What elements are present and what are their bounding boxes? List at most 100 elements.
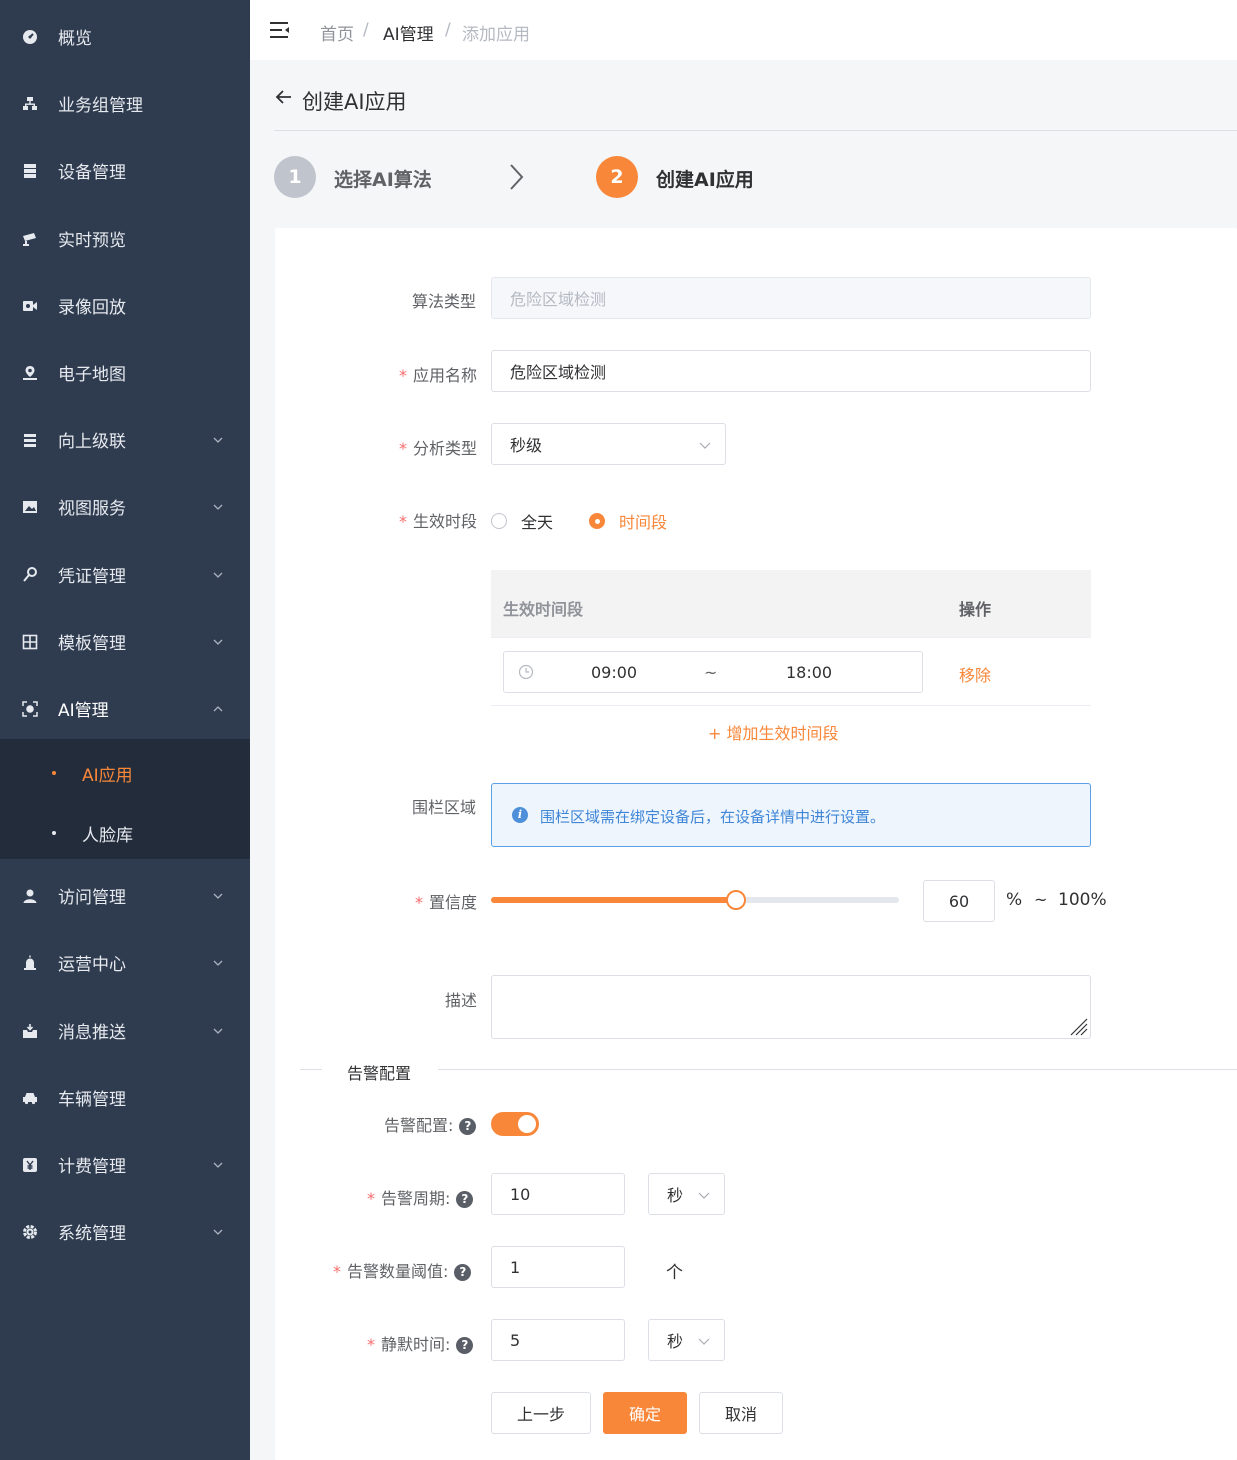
sidebar-item-label: 车辆管理 <box>58 1090 126 1110</box>
table-divider <box>491 637 1091 638</box>
sidebar-item-message[interactable]: 消息推送 <box>0 997 250 1064</box>
main-content: 创建AI应用 1 选择AI算法 2 创建AI应用 算法类型 危险区域检测 * 应用… <box>250 60 1237 1460</box>
effective-period-label: * 生效时段 <box>399 512 478 531</box>
chevron-down-icon <box>698 1338 710 1345</box>
sidebar-subitem-face-library[interactable]: 人脸库 <box>0 803 250 863</box>
alarm-threshold-input[interactable]: 1 <box>491 1246 625 1288</box>
grid-icon <box>22 634 38 650</box>
sidebar-item-cascade[interactable]: 向上级联 <box>0 406 250 473</box>
sidebar-item-playback[interactable]: 录像回放 <box>0 272 250 339</box>
time-end[interactable]: 18:00 <box>786 663 832 682</box>
help-icon[interactable]: ? <box>454 1264 472 1281</box>
help-icon[interactable]: ? <box>456 1191 474 1208</box>
clock-icon <box>518 664 534 680</box>
slider-handle[interactable] <box>725 890 746 910</box>
breadcrumb-current: 添加应用 <box>462 25 530 45</box>
sidebar-item-label: 实时预览 <box>58 231 126 251</box>
description-textarea[interactable] <box>491 975 1091 1039</box>
bullet-dot <box>52 831 56 835</box>
time-separator: ~ <box>704 663 718 682</box>
radio-all-day[interactable]: 全天 <box>491 509 553 533</box>
step-2-number: 2 <box>596 156 638 198</box>
chevron-down-icon <box>213 1028 223 1034</box>
fence-notice: 围栏区域需在绑定设备后，在设备详情中进行设置。 <box>540 808 886 826</box>
back-arrow-icon[interactable] <box>274 87 294 107</box>
video-icon <box>22 298 38 314</box>
alarm-period-unit-select[interactable]: 秒 <box>648 1173 725 1215</box>
car-icon <box>22 1090 38 1106</box>
cancel-button[interactable]: 取消 <box>699 1392 783 1434</box>
sidebar-item-vehicle[interactable]: 车辆管理 <box>0 1064 250 1131</box>
chevron-down-icon <box>213 504 223 510</box>
sidebar: 概览 业务组管理 设备管理 实时预览 录像回放 电子地图 向上级联 视图服务 凭… <box>0 0 250 1460</box>
step-2-label: 创建AI应用 <box>656 169 754 191</box>
time-range-picker[interactable]: 09:00 ~ 18:00 <box>503 651 923 693</box>
alarm-threshold-unit: 个 <box>666 1263 683 1283</box>
sidebar-subitem-ai-app[interactable]: AI应用 <box>0 743 250 803</box>
camera-icon <box>22 231 38 247</box>
sidebar-item-live-preview[interactable]: 实时预览 <box>0 205 250 272</box>
sidebar-item-credential[interactable]: 凭证管理 <box>0 541 250 608</box>
sidebar-item-label: 凭证管理 <box>58 567 126 587</box>
sidebar-item-label: 设备管理 <box>58 163 126 183</box>
chevron-up-icon <box>213 705 223 711</box>
sidebar-item-ai-management[interactable]: AI管理 <box>0 675 250 742</box>
silence-time-unit-select[interactable]: 秒 <box>648 1319 725 1361</box>
info-icon: i <box>512 807 528 823</box>
sidebar-subitem-label: 人脸库 <box>82 825 133 846</box>
silence-time-unit: 秒 <box>667 1332 684 1351</box>
radio-circle <box>589 513 605 529</box>
breadcrumb-home[interactable]: 首页 <box>320 20 354 45</box>
description-label: 描述 <box>445 991 478 1010</box>
yen-icon <box>22 1157 38 1173</box>
breadcrumb-ai-management[interactable]: AI管理 <box>383 20 434 45</box>
sidebar-item-access[interactable]: 访问管理 <box>0 862 250 929</box>
sidebar-item-overview[interactable]: 概览 <box>0 3 250 70</box>
menu-fold-icon[interactable] <box>270 21 290 39</box>
sidebar-item-system[interactable]: 系统管理 <box>0 1198 250 1265</box>
remove-period-button[interactable]: 移除 <box>959 662 991 686</box>
breadcrumb-separator: / <box>363 20 369 40</box>
alarm-enable-switch[interactable] <box>491 1112 539 1136</box>
silence-time-input[interactable]: 5 <box>491 1319 625 1361</box>
sidebar-item-label: 业务组管理 <box>58 96 143 116</box>
alarm-period-input[interactable]: 10 <box>491 1173 625 1215</box>
sidebar-item-template[interactable]: 模板管理 <box>0 608 250 675</box>
alarm-enable-label: 告警配置:? <box>384 1112 477 1136</box>
confidence-unit: % <box>1006 890 1023 910</box>
sidebar-item-billing[interactable]: 计费管理 <box>0 1131 250 1198</box>
confidence-max: 100% <box>1058 890 1107 910</box>
sidebar-item-device[interactable]: 设备管理 <box>0 137 250 204</box>
help-icon[interactable]: ? <box>459 1118 477 1135</box>
prev-step-button[interactable]: 上一步 <box>491 1392 591 1434</box>
page-title: 创建AI应用 <box>302 90 407 114</box>
confirm-button[interactable]: 确定 <box>603 1392 687 1434</box>
sidebar-item-operation[interactable]: 运营中心 <box>0 929 250 996</box>
app-name-input[interactable]: 危险区域检测 <box>491 350 1091 392</box>
slider-fill <box>491 897 736 903</box>
col-action: 操作 <box>959 600 992 619</box>
app-name-label: * 应用名称 <box>399 366 478 385</box>
map-pin-icon <box>22 365 38 381</box>
resize-grip-icon[interactable] <box>1068 1016 1088 1036</box>
radio-time-range[interactable]: 时间段 <box>589 509 667 533</box>
analysis-type-label: * 分析类型 <box>399 439 478 458</box>
add-period-button[interactable]: + 增加生效时间段 <box>708 720 839 744</box>
confidence-label: * 置信度 <box>415 893 478 912</box>
chevron-down-icon <box>213 437 223 443</box>
sidebar-item-view-service[interactable]: 视图服务 <box>0 473 250 540</box>
sidebar-item-label: 视图服务 <box>58 499 126 519</box>
help-icon[interactable]: ? <box>456 1337 474 1354</box>
user-icon <box>22 888 38 904</box>
chevron-right-icon <box>510 164 524 190</box>
confidence-slider[interactable] <box>491 890 899 910</box>
analysis-type-select[interactable]: 秒级 <box>491 423 726 465</box>
sidebar-item-label: 概览 <box>58 29 92 49</box>
bullet-dot <box>52 771 56 775</box>
confidence-input[interactable]: 60 <box>923 880 995 922</box>
org-tree-icon <box>22 96 38 112</box>
sidebar-item-business-group[interactable]: 业务组管理 <box>0 70 250 137</box>
sidebar-item-map[interactable]: 电子地图 <box>0 339 250 406</box>
time-start[interactable]: 09:00 <box>591 663 637 682</box>
step-1-number: 1 <box>274 156 316 198</box>
